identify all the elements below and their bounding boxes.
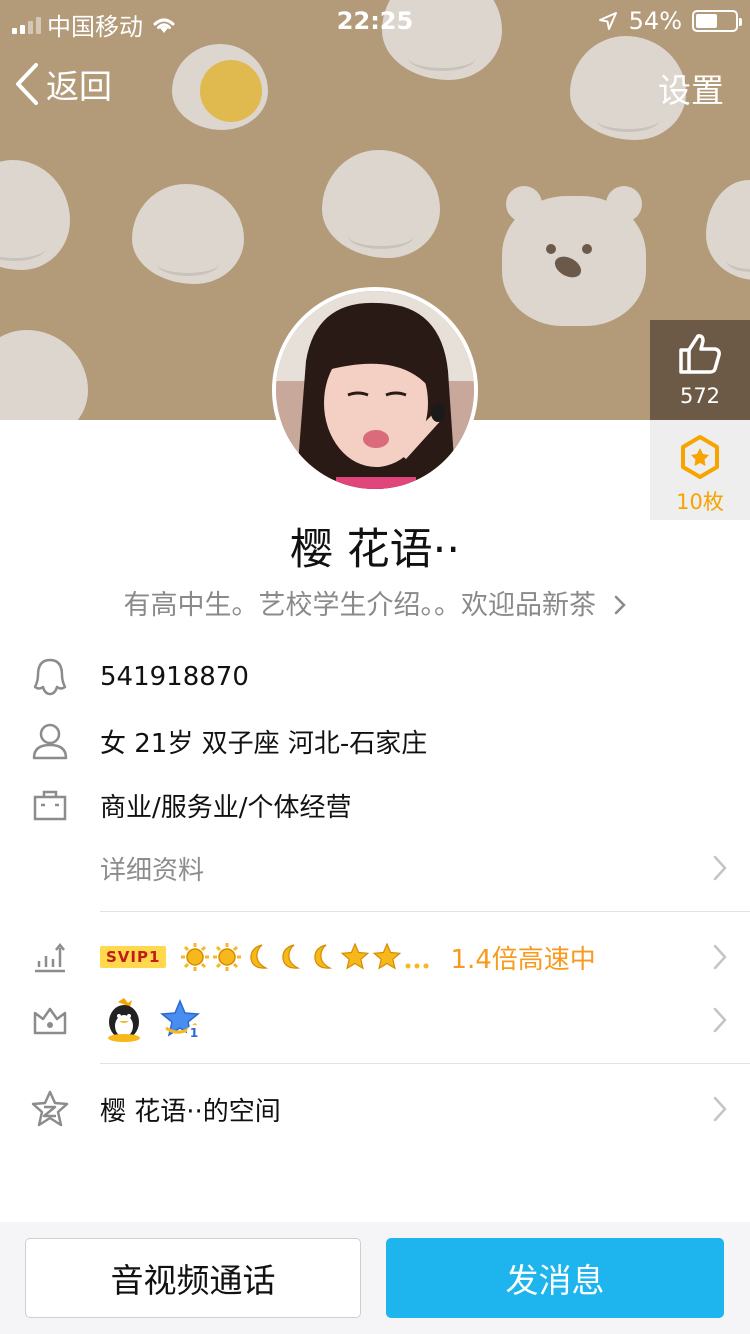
send-message-button[interactable]: 发消息	[386, 1238, 724, 1318]
sun-icon	[181, 943, 210, 971]
back-chevron-icon	[16, 63, 38, 105]
details-label: 详细资料	[100, 855, 205, 886]
chevron-right-icon	[614, 595, 626, 615]
status-bar: 中国移动 22:25 54%	[0, 0, 750, 41]
moon-icon	[250, 944, 269, 969]
level-icons	[180, 942, 430, 972]
svg-text:1: 1	[190, 1026, 198, 1040]
briefcase-icon	[30, 785, 70, 825]
space-star-icon	[30, 1089, 70, 1129]
signature-link[interactable]: 有高中生。艺校学生介绍。。欢迎品新茶	[0, 583, 750, 622]
qq-penguin-icon	[108, 998, 140, 1042]
vip-level-row[interactable]: SVIP1 1.4倍高速中	[0, 934, 750, 980]
service-badges-row[interactable]: 1	[0, 996, 750, 1044]
bun-decoration	[322, 150, 440, 258]
qq-penguin-icon	[30, 657, 70, 697]
battery-icon	[692, 10, 742, 32]
chevron-right-icon	[713, 944, 727, 970]
avatar[interactable]	[272, 287, 478, 493]
speed-text: 1.4倍高速中	[450, 944, 596, 975]
occupation-row: 商业/服务业/个体经营	[0, 784, 750, 826]
bun-decoration	[0, 160, 70, 270]
bottom-action-bar: 音视频通话 发消息	[0, 1222, 750, 1334]
battery-percent: 54%	[628, 7, 682, 35]
divider	[100, 1063, 750, 1064]
like-count: 572	[679, 384, 721, 408]
badge-button[interactable]: 10枚	[650, 420, 750, 520]
person-icon	[30, 721, 70, 761]
back-label: 返回	[46, 67, 112, 106]
qq-number-row: 541918870	[0, 656, 750, 698]
level-chart-icon	[30, 937, 70, 977]
chevron-right-icon	[713, 1007, 727, 1033]
personal-info-row: 女 21岁 双子座 河北-石家庄	[0, 720, 750, 762]
qq-number: 541918870	[100, 662, 249, 692]
profile-name: 樱 花语··	[289, 525, 460, 575]
signature-text: 有高中生。艺校学生介绍。。欢迎品新茶	[123, 590, 596, 621]
egg-decoration	[172, 44, 268, 130]
moon-icon	[314, 944, 333, 969]
personal-info: 女 21岁 双子座 河北-石家庄	[100, 728, 428, 759]
back-button[interactable]: 返回	[14, 60, 112, 108]
sun-icon	[213, 943, 242, 971]
badge-count: 10枚	[676, 490, 724, 514]
video-call-button[interactable]: 音视频通话	[25, 1238, 361, 1318]
star-icon	[341, 942, 370, 970]
chevron-right-icon	[713, 1096, 727, 1122]
settings-button[interactable]: 设置	[658, 64, 724, 112]
divider	[100, 911, 750, 912]
vip-star-icon: 1	[160, 999, 201, 1040]
svip-badge: SVIP1	[100, 946, 167, 968]
details-row[interactable]: 详细资料	[0, 846, 750, 890]
like-button[interactable]: 572	[650, 320, 750, 420]
thumbs-up-icon	[679, 334, 721, 374]
star-icon	[373, 942, 402, 970]
space-row[interactable]: 樱 花语··的空间	[0, 1086, 750, 1132]
location-arrow-icon	[598, 12, 617, 30]
space-label: 樱 花语··的空间	[100, 1096, 281, 1127]
bear-decoration	[502, 186, 646, 326]
star-badge-icon	[681, 435, 719, 479]
more-dots-icon	[405, 963, 429, 969]
chevron-right-icon	[713, 855, 727, 881]
bun-decoration	[0, 330, 88, 420]
occupation: 商业/服务业/个体经营	[100, 792, 352, 823]
moon-icon	[282, 944, 301, 969]
crown-icon	[30, 1000, 70, 1040]
bun-decoration	[706, 180, 750, 280]
bun-decoration	[132, 184, 244, 284]
